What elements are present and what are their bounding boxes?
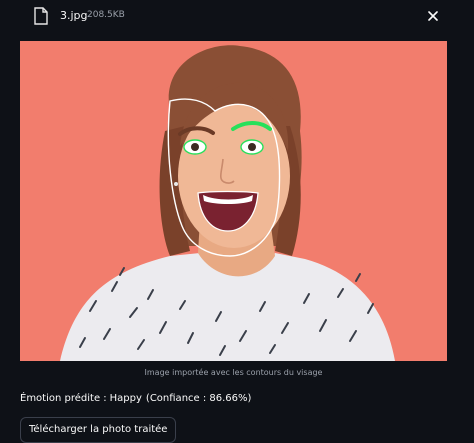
- emotion-label: Émotion prédite :: [20, 393, 107, 404]
- confidence-value: (Confiance : 86.66%): [145, 393, 252, 404]
- image-caption: Image importée avec les contours du visa…: [144, 368, 323, 377]
- emotion-result: Émotion prédite : Happy (Confiance : 86.66…: [20, 393, 251, 404]
- processed-photo: [20, 41, 447, 361]
- file-size: 208.5KB: [87, 10, 125, 20]
- file-icon: [34, 7, 48, 25]
- close-icon: [428, 6, 438, 25]
- close-button[interactable]: [424, 6, 442, 24]
- emotion-value: Happy: [109, 393, 142, 404]
- uploaded-file-row: 3.jpg 208.5KB: [0, 0, 474, 34]
- download-button[interactable]: Télécharger la photo traitée: [20, 417, 177, 443]
- file-name: 3.jpg: [60, 9, 88, 22]
